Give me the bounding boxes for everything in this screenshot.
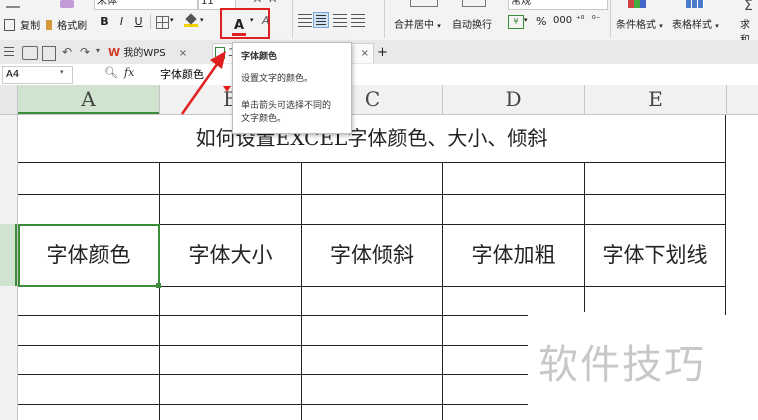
table-border [18,404,528,405]
copy-button[interactable]: 复制 [4,14,40,32]
table-border [18,194,726,195]
row-header-selected[interactable] [0,224,17,286]
tooltip-hint-line: 单击箭头可选择不同的 [241,101,332,111]
justify-icon[interactable] [351,14,365,28]
redo-icon[interactable]: ↷ [80,45,90,59]
new-tab-button[interactable]: + [377,43,388,62]
separator [384,0,385,38]
column-divider [159,85,160,114]
paintbrush-icon [46,19,52,30]
table-border [18,345,528,346]
underline-button[interactable]: U [131,14,146,29]
increase-decimal-icon[interactable]: ⁺⁰ [576,15,584,25]
number-format-select[interactable]: 常规 [508,0,608,10]
chevron-down-icon: ▾ [437,22,441,30]
table-border [442,162,443,420]
header-cell[interactable]: 字体下划线 [585,225,725,286]
ribbon: 复制 格式刷 宋体 11 B I U ▾ ▾ A ▾ A A⁺ A⁻ 合并居中 [0,0,758,46]
font-color-icon: A [232,14,246,36]
column-divider [442,85,443,114]
currency-icon[interactable]: ¥ [508,15,524,29]
table-border [18,162,726,163]
fill-color-icon[interactable] [184,13,198,28]
separator [292,0,293,38]
print-preview-icon[interactable] [42,46,56,61]
font-settings-icon[interactable]: A [262,14,270,27]
customize-toolbar-icon[interactable]: ▾ [96,46,100,55]
column-divider [726,85,727,114]
annotation-arrow [180,51,226,115]
zoom-icon[interactable]: 🔍︎ [104,66,118,79]
chevron-down-icon[interactable]: ▾ [170,16,174,24]
align-center-icon[interactable] [313,12,329,28]
watermark: 软件技巧 [538,342,706,388]
italic-button[interactable]: I [114,14,129,29]
wrap-icon [462,0,486,7]
header-cell[interactable]: 字体加粗 [443,225,584,286]
eraser-icon[interactable] [60,0,74,8]
table-border [725,115,726,315]
print-icon[interactable] [22,46,38,60]
copy-icon [4,18,15,31]
table-border [18,315,528,316]
select-all-corner[interactable] [0,85,18,114]
format-painter-button[interactable]: 格式刷 [46,14,87,32]
border-icon[interactable] [156,16,169,29]
header-cell[interactable]: 字体倾斜 [302,225,442,286]
chevron-down-icon[interactable]: ▾ [524,16,528,24]
undo-icon[interactable]: ↶ [62,45,72,59]
cond-format-icon [628,0,646,8]
decrease-decimal-icon[interactable]: ⁰⁻ [592,15,600,25]
font-name-select[interactable]: 宋体 [94,0,198,10]
header-cell[interactable]: 字体颜色 [18,225,159,286]
sum-icon: Σ [744,0,753,14]
cut-icon[interactable] [6,0,20,8]
thousands-button[interactable]: 000 [553,15,572,26]
column-header-a[interactable]: A [18,85,159,114]
table-border [159,162,160,420]
chevron-down-icon: ▾ [715,22,719,30]
table-style-button[interactable]: 表格样式 ▾ [672,16,719,31]
merge-center-button[interactable]: 合并居中 ▾ [394,16,441,31]
table-border [301,162,302,420]
header-cell[interactable]: 字体大小 [160,225,301,286]
separator [150,14,151,29]
cond-format-button[interactable]: 条件格式 ▾ [616,16,663,31]
column-header-e[interactable]: E [585,85,726,114]
chevron-down-icon[interactable]: ▾ [60,68,64,76]
font-color-tooltip: 字体颜色 设置文字的颜色。 单击箭头可选择不同的 文字颜色。 [232,42,352,134]
wps-logo-icon: W [108,46,121,59]
percent-button[interactable]: % [536,15,546,28]
close-icon[interactable]: × [361,44,369,63]
align-left-icon[interactable] [298,14,312,28]
separator [610,0,611,38]
column-header-d[interactable]: D [443,85,584,114]
column-divider [584,85,585,114]
chevron-down-icon: ▾ [659,22,663,30]
file-menu-icon[interactable] [4,47,14,59]
chevron-down-icon[interactable]: ▾ [250,16,254,24]
bold-button[interactable]: B [97,14,112,29]
sheet-title-cell[interactable]: 如何设置EXCEL字体颜色、大小、倾斜 [18,115,725,162]
wrap-text-button[interactable]: 自动换行 [452,16,492,31]
chevron-down-icon[interactable]: ▾ [200,16,204,24]
table-style-icon [686,0,704,8]
merge-icon [410,0,438,7]
fx-button[interactable]: fx [124,66,134,79]
align-right-icon[interactable] [333,14,347,28]
table-border [18,374,528,375]
grow-font-icon[interactable]: A⁺ A⁻ [254,0,281,5]
tooltip-description: 设置文字的颜色。 [241,74,314,84]
